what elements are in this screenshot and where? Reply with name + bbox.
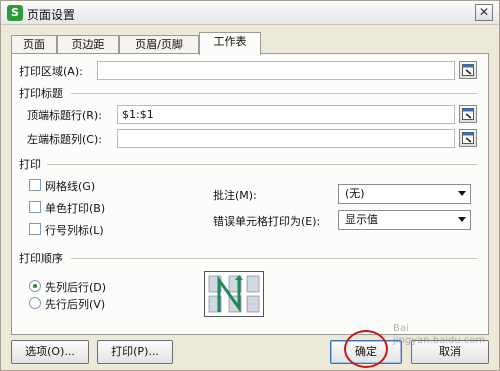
mono-print-checkbox[interactable] bbox=[29, 201, 41, 213]
page-order-divider bbox=[71, 258, 477, 259]
comments-select[interactable]: (无) bbox=[338, 184, 471, 204]
chevron-down-icon bbox=[458, 217, 466, 222]
dialog-title: 页面设置 bbox=[27, 8, 76, 22]
tab-page[interactable]: 页面 bbox=[11, 35, 57, 54]
page-setup-dialog: S 页面设置 ✕ 页面 页边距 页眉/页脚 工作表 打印区域(A): 打印标题 … bbox=[0, 0, 500, 371]
baidu-watermark: Bai jingyan.baidu.com bbox=[393, 323, 493, 363]
print-area-range-picker[interactable] bbox=[459, 61, 477, 79]
tab-header-footer-label: 页眉/页脚 bbox=[135, 38, 183, 51]
print-button[interactable]: 打印(P)... bbox=[97, 340, 173, 364]
tab-sheet[interactable]: 工作表 bbox=[199, 32, 261, 55]
chevron-down-icon bbox=[458, 191, 466, 196]
over-then-down-radio[interactable] bbox=[29, 297, 41, 309]
print-titles-divider bbox=[71, 93, 477, 94]
comments-selected-value: (无) bbox=[345, 187, 365, 200]
comments-label: 批注(M): bbox=[213, 189, 257, 202]
error-cells-selected-value: 显示值 bbox=[345, 213, 378, 226]
over-then-down-label: 先行后列(V) bbox=[45, 298, 106, 311]
down-then-over-radio[interactable] bbox=[29, 280, 41, 292]
gridlines-label: 网格线(G) bbox=[45, 180, 96, 193]
row-col-headers-checkbox[interactable] bbox=[29, 223, 41, 235]
left-cols-range-picker[interactable] bbox=[459, 129, 477, 147]
tab-margins[interactable]: 页边距 bbox=[57, 35, 119, 54]
close-icon: ✕ bbox=[478, 5, 490, 19]
print-section-divider bbox=[47, 164, 477, 165]
gridlines-checkbox[interactable] bbox=[29, 179, 41, 191]
page-order-preview-icon bbox=[204, 271, 264, 317]
down-then-over-label: 先列后行(D) bbox=[45, 281, 107, 294]
watermark-line1: Bai bbox=[393, 323, 409, 334]
top-rows-label: 顶端标题行(R): bbox=[27, 109, 102, 122]
close-button[interactable]: ✕ bbox=[475, 4, 493, 21]
tab-header-footer[interactable]: 页眉/页脚 bbox=[119, 35, 199, 54]
left-cols-field[interactable] bbox=[117, 129, 455, 148]
print-area-field[interactable] bbox=[97, 61, 455, 80]
left-cols-label: 左端标题列(C): bbox=[27, 133, 102, 146]
range-select-icon bbox=[462, 64, 474, 76]
print-section-label: 打印 bbox=[19, 158, 41, 171]
tab-margins-label: 页边距 bbox=[71, 38, 105, 51]
wps-app-icon: S bbox=[7, 5, 23, 21]
page-order-section-label: 打印顺序 bbox=[19, 252, 63, 265]
range-select-icon bbox=[462, 132, 474, 144]
top-rows-field[interactable]: $1:$1 bbox=[117, 105, 455, 124]
watermark-line2: jingyan.baidu.com bbox=[393, 335, 486, 346]
error-cells-select[interactable]: 显示值 bbox=[338, 210, 471, 230]
tab-sheet-label: 工作表 bbox=[213, 35, 247, 48]
mono-print-label: 单色打印(B) bbox=[45, 202, 106, 215]
row-col-headers-label: 行号列标(L) bbox=[45, 224, 104, 237]
options-button[interactable]: 选项(O)... bbox=[11, 340, 89, 364]
title-bar: S 页面设置 ✕ bbox=[1, 1, 499, 25]
range-select-icon bbox=[462, 108, 474, 120]
print-titles-section-label: 打印标题 bbox=[19, 87, 63, 100]
error-cells-label: 错误单元格打印为(E): bbox=[213, 215, 321, 228]
print-area-label: 打印区域(A): bbox=[19, 65, 83, 78]
tab-page-label: 页面 bbox=[23, 38, 45, 51]
ok-button[interactable]: 确定 bbox=[330, 340, 402, 364]
top-rows-range-picker[interactable] bbox=[459, 105, 477, 123]
